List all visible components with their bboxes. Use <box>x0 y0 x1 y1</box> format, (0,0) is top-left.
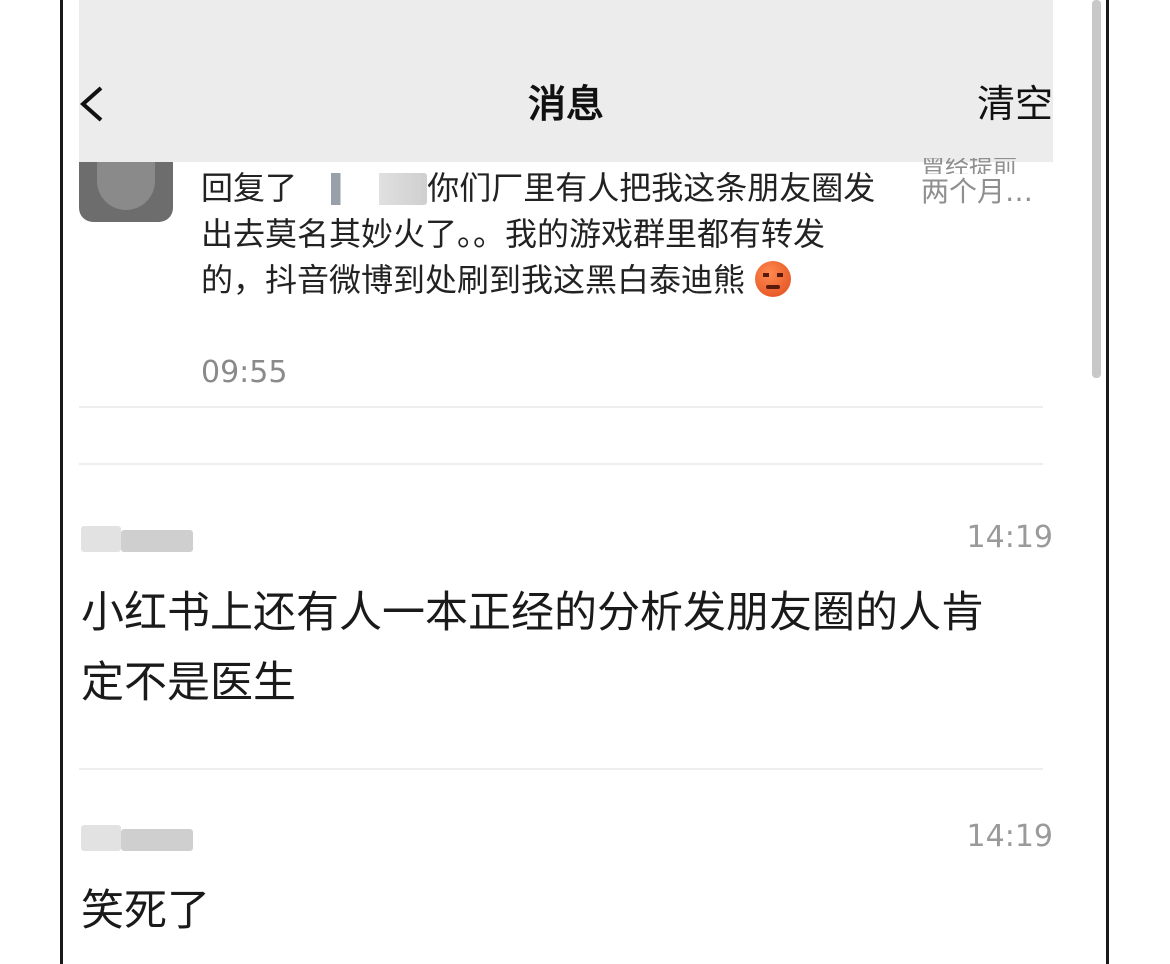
clear-all-button[interactable]: 清空 <box>977 78 1053 130</box>
message-timestamp: 14:19 <box>966 520 1053 555</box>
message-text: 小红书上还有人一本正经的分析发朋友圈的人肯定不是医生 <box>81 588 984 708</box>
redacted-sender-name <box>81 825 201 851</box>
avatar[interactable] <box>79 162 173 222</box>
page-title: 消息 <box>527 82 604 126</box>
frame-border-right <box>1106 0 1109 964</box>
redaction-block <box>121 829 193 851</box>
reply-timestamp: 09:55 <box>201 355 288 390</box>
redaction-block <box>121 530 193 552</box>
redaction-block <box>81 526 121 552</box>
divider <box>79 406 1043 408</box>
original-post-preview: 曾经提前 两个月… <box>921 158 1053 210</box>
redacted-username <box>307 173 428 205</box>
scrollbar-thumb[interactable] <box>1092 0 1101 378</box>
messages-screen: 消息 清空 回复了 你们厂里有人把我这条朋友圈发出去莫名其妙火了。。我的游戏群里… <box>63 0 1106 964</box>
navigation-bar: 消息 清空 <box>79 0 1053 162</box>
screenshot-frame: 消息 清空 回复了 你们厂里有人把我这条朋友圈发出去莫名其妙火了。。我的游戏群里… <box>0 0 1170 964</box>
message-text: 笑死了 <box>81 886 210 936</box>
avatar-image <box>97 162 155 210</box>
redaction-block <box>81 825 121 851</box>
reply-prefix: 回复了 <box>201 169 298 207</box>
divider <box>79 768 1043 770</box>
preview-line-1: 曾经提前 <box>921 158 1017 174</box>
reply-content: 回复了 你们厂里有人把我这条朋友圈发出去莫名其妙火了。。我的游戏群里都有转发的，… <box>201 165 881 303</box>
message-timestamp: 14:19 <box>966 819 1053 854</box>
divider <box>79 463 1043 465</box>
angry-face-icon <box>755 261 792 297</box>
preview-line-2: 两个月… <box>921 175 1034 208</box>
redacted-sender-name <box>81 526 201 552</box>
